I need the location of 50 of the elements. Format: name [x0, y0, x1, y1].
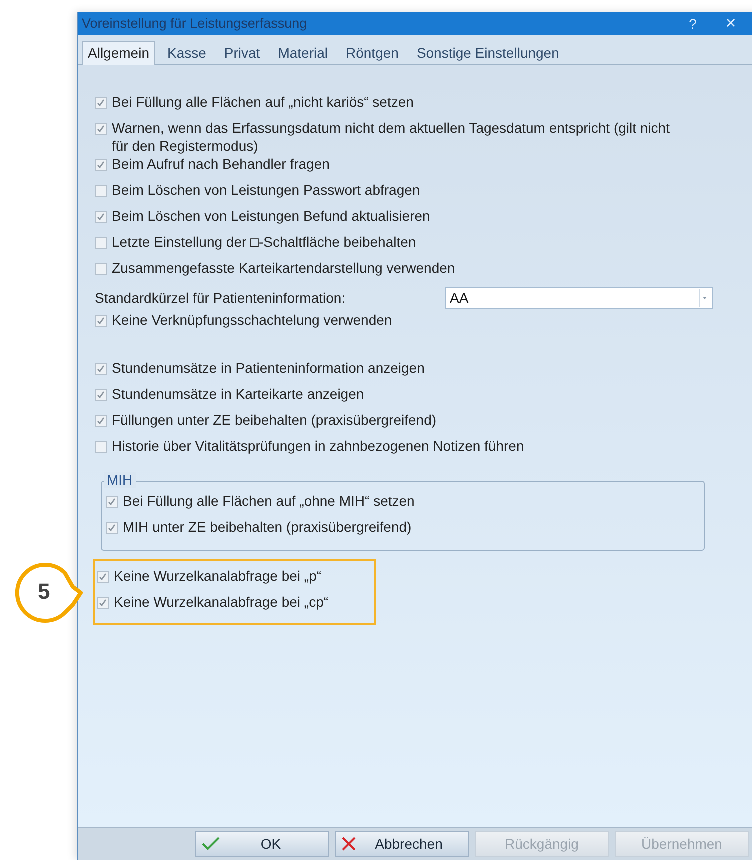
check-icon: [202, 837, 220, 851]
checkbox-label: Beim Löschen von Leistungen Passwort abfragen: [112, 181, 420, 199]
checkbox[interactable]: [106, 522, 118, 534]
checkbox[interactable]: [95, 441, 107, 453]
checkbox-label: Warnen, wenn das Erfassungsdatum nicht dem aktuellen Tagesdatum entspricht (gilt nicht für den Registermodus): [112, 119, 671, 155]
checkbox-label: Bei Füllung alle Flächen auf „nicht kariös“ setzen: [112, 93, 414, 111]
checkbox-label: Stundenumsätze in Patienteninformation anzeigen: [112, 359, 425, 377]
dialog-button[interactable]: OK: [195, 831, 329, 857]
checkbox[interactable]: [95, 211, 107, 223]
checkbox[interactable]: [95, 97, 107, 109]
checkbox[interactable]: [95, 237, 107, 249]
checkbox[interactable]: [95, 415, 107, 427]
checkbox[interactable]: [95, 263, 107, 275]
checkbox[interactable]: [95, 315, 107, 327]
checkbox-label: Keine Wurzelkanalabfrage bei „cp“: [114, 593, 329, 611]
tab[interactable]: Material: [272, 41, 334, 64]
checkbox-label: Letzte Einstellung der □-Schaltfläche beibehalten: [112, 233, 416, 251]
tab[interactable]: Allgemein: [82, 41, 156, 65]
checkbox-label: Keine Wurzelkanalabfrage bei „p“: [114, 567, 322, 585]
checkbox-label: Historie über Vitalitätsprüfungen in zahnbezogenen Notizen führen: [112, 437, 524, 455]
checkbox[interactable]: [95, 159, 107, 171]
checkbox[interactable]: [95, 363, 107, 375]
window-title: Voreinstellung für Leistungserfassung: [82, 16, 308, 31]
close-button[interactable]: ×: [712, 13, 750, 34]
checkbox[interactable]: [97, 597, 109, 609]
checkbox-label: Bei Füllung alle Flächen auf „ohne MIH“ setzen: [123, 492, 415, 510]
dialog-button[interactable]: Abbrechen: [335, 831, 469, 857]
checkbox[interactable]: [95, 185, 107, 197]
checkbox-label: Füllungen unter ZE beibehalten (praxisübergreifend): [112, 411, 437, 429]
checkbox-label: Keine Verknüpfungsschachtelung verwenden: [112, 311, 392, 329]
field-label: Standardkürzel für Patienteninformation:: [95, 290, 347, 306]
tab[interactable]: Privat: [218, 41, 266, 64]
cross-icon: [342, 837, 356, 851]
checkbox[interactable]: [95, 389, 107, 401]
help-button[interactable]: ?: [674, 16, 712, 32]
checkbox-label: Beim Aufruf nach Behandler fragen: [112, 155, 330, 173]
checkbox[interactable]: [97, 571, 109, 583]
callout-number: 5: [38, 579, 50, 605]
checkbox-label: Beim Löschen von Leistungen Befund aktualisieren: [112, 207, 430, 225]
tab[interactable]: Röntgen: [340, 41, 405, 64]
checkbox-label: MIH unter ZE beibehalten (praxisübergreifend): [123, 518, 412, 536]
checkbox-label: Zusammengefasste Karteikartendarstellung verwenden: [112, 259, 456, 277]
tab[interactable]: Sonstige Einstellungen: [410, 41, 566, 64]
dropdown-field[interactable]: AA: [445, 287, 713, 309]
checkbox-label: Stundenumsätze in Karteikarte anzeigen: [112, 385, 364, 403]
group-legend: MIH: [104, 472, 136, 488]
caret-icon: [699, 289, 710, 307]
tab[interactable]: Kasse: [161, 41, 212, 64]
checkbox[interactable]: [106, 496, 118, 508]
checkbox[interactable]: [95, 123, 107, 135]
